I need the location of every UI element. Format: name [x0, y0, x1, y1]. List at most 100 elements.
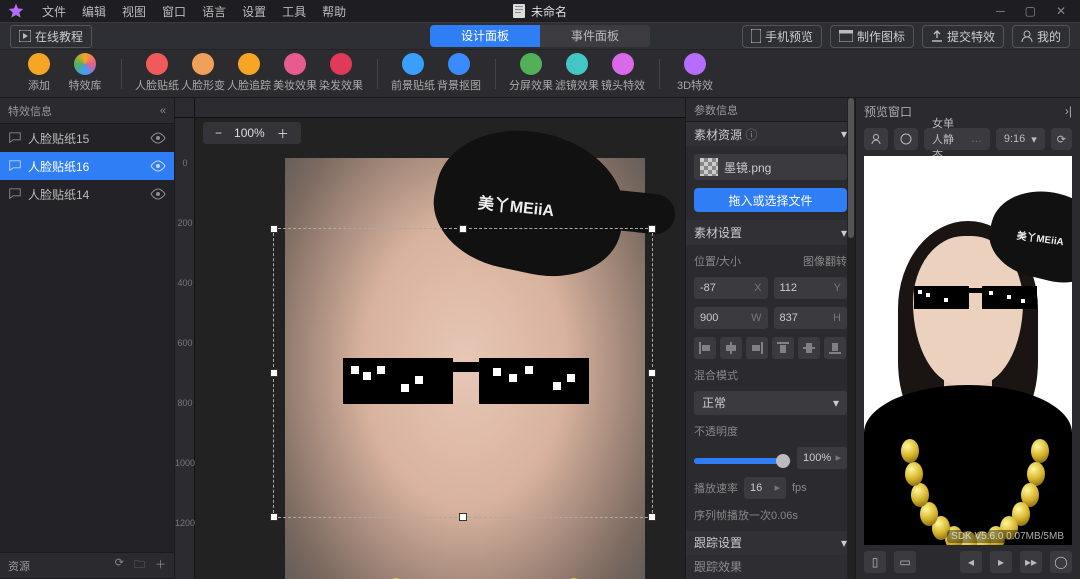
tool-dye[interactable]: 染发效果 — [318, 53, 364, 97]
tool-label: 镜头特效 — [601, 77, 645, 93]
tool-label: 滤镜效果 — [555, 77, 599, 93]
tool-face-track[interactable]: 人脸追踪 — [226, 53, 272, 97]
filter-icon — [566, 53, 588, 75]
w-field[interactable]: 900W — [694, 307, 768, 329]
tool-label: 背景抠图 — [437, 77, 481, 93]
tool-3d[interactable]: 3D特效 — [672, 53, 718, 97]
tab-design[interactable]: 设计面板 — [430, 25, 540, 47]
y-field[interactable]: 112Y — [774, 277, 848, 299]
submit-effect-button[interactable]: 提交特效 — [922, 25, 1004, 48]
tool-add[interactable]: 添加 — [16, 53, 62, 97]
track-effect-header[interactable]: 跟踪效果 — [686, 555, 855, 579]
eye-icon[interactable] — [150, 160, 166, 172]
close-button[interactable]: ✕ — [1056, 4, 1066, 18]
preview-image: 美丫MEiiA SDK V5.6.0 0.07MB/5MB — [864, 156, 1072, 545]
handle-se[interactable] — [648, 513, 656, 521]
align-left-button[interactable] — [694, 337, 716, 359]
next-frame-button[interactable]: ▸▸ — [1020, 551, 1042, 573]
opacity-field[interactable]: 100%▸ — [797, 447, 847, 469]
preview-mode-a-button[interactable] — [864, 128, 888, 150]
tool-face-sticker[interactable]: 人脸贴纸 — [134, 53, 180, 97]
minimize-button[interactable]: ─ — [996, 4, 1005, 18]
device-b-button[interactable]: ▭ — [894, 551, 916, 573]
resource-section-header[interactable]: 素材资源 ⓘ▾ — [686, 122, 855, 146]
handle-n[interactable] — [459, 225, 467, 233]
handle-nw[interactable] — [270, 225, 278, 233]
tool-label: 人脸追踪 — [227, 77, 271, 93]
params-panel: 参数信息 素材资源 ⓘ▾ 墨镜.png 拖入或选择文件 素材设置▾ 位置/大小图… — [685, 98, 855, 579]
layer-item[interactable]: 人脸贴纸16 — [0, 152, 174, 180]
menu-help[interactable]: 帮助 — [314, 3, 354, 20]
tab-events[interactable]: 事件面板 — [540, 25, 650, 47]
eye-icon[interactable] — [150, 132, 166, 144]
params-scrollbar[interactable] — [847, 98, 855, 579]
selection-rect[interactable] — [273, 228, 653, 518]
menu-language[interactable]: 语言 — [194, 3, 234, 20]
handle-ne[interactable] — [648, 225, 656, 233]
menu-file[interactable]: 文件 — [34, 3, 74, 20]
tool-filter[interactable]: 滤镜效果 — [554, 53, 600, 97]
resource-file-row[interactable]: 墨镜.png — [694, 154, 847, 180]
phone-preview-button[interactable]: 手机预览 — [742, 25, 822, 48]
prev-frame-button[interactable]: ◂ — [960, 551, 982, 573]
loop-button[interactable]: ◯ — [1050, 551, 1072, 573]
align-vcenter-button[interactable] — [798, 337, 820, 359]
layer-item[interactable]: 人脸贴纸14 — [0, 180, 174, 208]
opacity-slider[interactable] — [694, 458, 791, 464]
drop-or-choose-button[interactable]: 拖入或选择文件 — [694, 188, 847, 212]
add-resource-icon[interactable]: ＋ — [155, 556, 166, 575]
preview-mode-b-button[interactable] — [894, 128, 918, 150]
menu-edit[interactable]: 编辑 — [74, 3, 114, 20]
menu-settings[interactable]: 设置 — [234, 3, 274, 20]
tool-face-warp[interactable]: 人脸形变 — [180, 53, 226, 97]
menu-tools[interactable]: 工具 — [274, 3, 314, 20]
collapse-icon[interactable]: « — [160, 105, 166, 117]
tool-bg-cut[interactable]: 背景抠图 — [436, 53, 482, 97]
menu-window[interactable]: 窗口 — [154, 3, 194, 20]
x-field[interactable]: -87X — [694, 277, 768, 299]
folder-icon[interactable]: 🗀 — [134, 556, 145, 575]
align-hcenter-button[interactable] — [720, 337, 742, 359]
menu-view[interactable]: 视图 — [114, 3, 154, 20]
h-field[interactable]: 837H — [774, 307, 848, 329]
align-bottom-button[interactable] — [824, 337, 846, 359]
secondary-toolbar: 在线教程 设计面板 事件面板 手机预览 制作图标 提交特效 我的 — [0, 22, 1080, 50]
handle-w[interactable] — [270, 369, 278, 377]
blend-mode-select[interactable]: 正常▾ — [694, 391, 847, 415]
maximize-button[interactable]: ▢ — [1025, 4, 1036, 18]
handle-sw[interactable] — [270, 513, 278, 521]
material-settings-header[interactable]: 素材设置▾ — [686, 220, 855, 244]
zoom-in-button[interactable]: ＋ — [271, 125, 295, 142]
zoom-out-button[interactable]: − — [209, 126, 228, 140]
handle-e[interactable] — [648, 369, 656, 377]
align-top-button[interactable] — [772, 337, 794, 359]
make-icon-button[interactable]: 制作图标 — [830, 25, 914, 48]
aspect-select[interactable]: 9:16▾ — [996, 128, 1045, 150]
tool-beauty[interactable]: 美妆效果 — [272, 53, 318, 97]
online-tutorial-button[interactable]: 在线教程 — [10, 25, 92, 48]
canvas-stage[interactable]: 美丫MEiiA — [285, 158, 645, 579]
track-settings-header[interactable]: 跟踪设置▾ — [686, 531, 855, 555]
canvas[interactable]: 0200400600800100012001400 − 100% ＋ 美丫MEi… — [175, 98, 685, 579]
tool-lens[interactable]: 镜头特效 — [600, 53, 646, 97]
preview-controls: 女单人静态… 9:16▾ ⟳ — [856, 124, 1080, 154]
my-account-button[interactable]: 我的 — [1012, 25, 1070, 48]
expand-icon[interactable]: ›| — [1065, 104, 1072, 118]
tool-fxlib[interactable]: 特效库 — [62, 53, 108, 97]
play-button[interactable]: ▸ — [990, 551, 1012, 573]
refresh-icon[interactable]: ⟳ — [115, 556, 124, 575]
face-track-icon — [238, 53, 260, 75]
play-rate-field[interactable]: 16▸ — [744, 477, 786, 499]
align-right-button[interactable] — [746, 337, 768, 359]
scrollbar-thumb[interactable] — [848, 98, 854, 238]
eye-icon[interactable] — [150, 188, 166, 200]
document-icon — [513, 4, 525, 18]
handle-s[interactable] — [459, 513, 467, 521]
tool-fg[interactable]: 前景贴纸 — [390, 53, 436, 97]
tool-split[interactable]: 分屏效果 — [508, 53, 554, 97]
device-a-button[interactable]: ▯ — [864, 551, 886, 573]
pose-select[interactable]: 女单人静态… — [924, 128, 990, 150]
tool-label: 美妆效果 — [273, 77, 317, 93]
refresh-preview-button[interactable]: ⟳ — [1051, 128, 1072, 150]
layer-item[interactable]: 人脸贴纸15 — [0, 124, 174, 152]
